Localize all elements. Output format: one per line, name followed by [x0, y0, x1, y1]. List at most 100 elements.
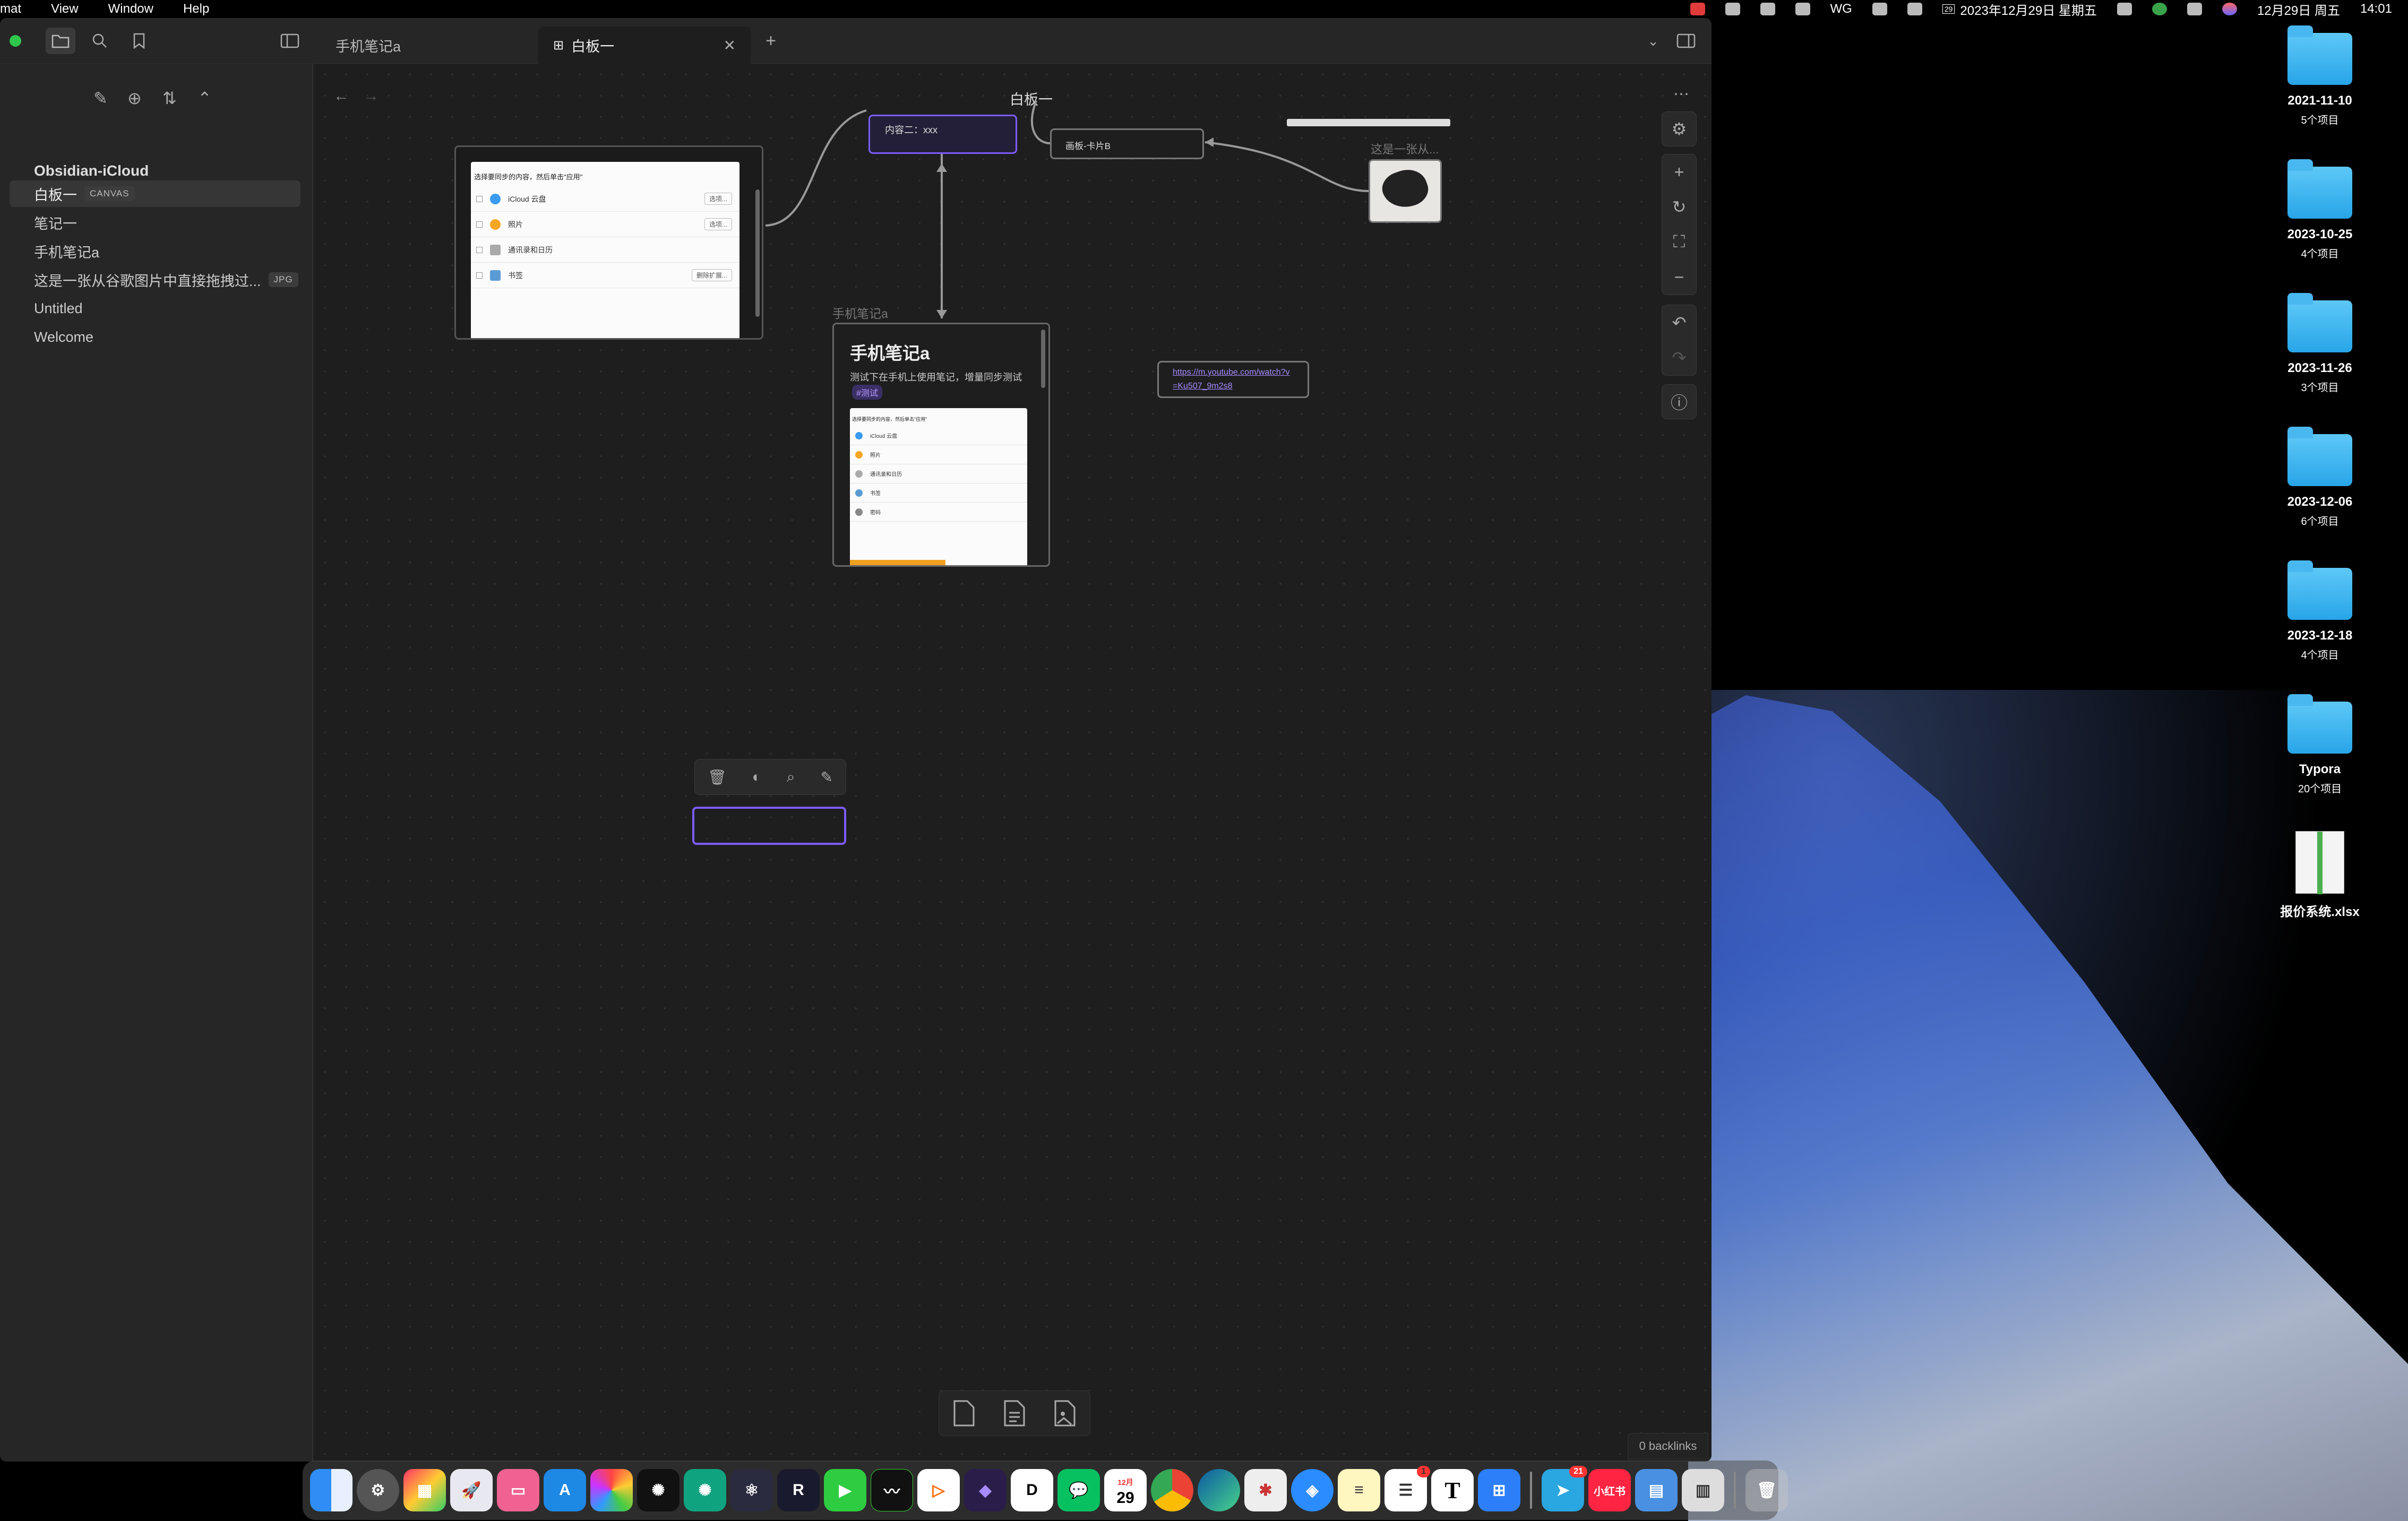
folder-icon[interactable] [46, 28, 75, 54]
trash-icon[interactable]: 🗑 [1745, 1469, 1788, 1511]
scrollbar[interactable] [1041, 330, 1045, 388]
new-tab-icon[interactable]: + [756, 28, 786, 54]
note-card[interactable]: 手机笔记a 测试下在手机上使用笔记，增量同步测试 #测试 选择要同步的内容，然后… [832, 323, 1050, 567]
atom-icon[interactable]: ⚛ [730, 1469, 773, 1511]
telegram-icon[interactable]: ➤ 21 [1542, 1466, 1587, 1511]
add-card-icon[interactable] [952, 1400, 976, 1427]
trash-icon[interactable]: 🗑 [708, 768, 727, 786]
obsidian-icon[interactable]: ◆ [964, 1469, 1007, 1511]
file-item-untitled[interactable]: Untitled [10, 295, 300, 322]
infuse-icon[interactable]: ▷ [917, 1469, 960, 1511]
canvas-node-top[interactable]: 内容二：xxx [868, 115, 1017, 154]
finder-icon[interactable] [310, 1469, 352, 1511]
file-item-welcome[interactable]: Welcome [10, 324, 300, 350]
xmind-icon[interactable]: ✱ [1244, 1469, 1287, 1511]
edit-icon[interactable]: ✎ [820, 768, 832, 786]
status-clock-icon[interactable] [1872, 3, 1887, 15]
redo-icon[interactable]: ↷ [1662, 340, 1696, 375]
edge-icon[interactable] [1198, 1469, 1240, 1511]
zoom-in-icon[interactable]: + [1662, 154, 1696, 189]
chatgpt-icon[interactable]: ✺ [637, 1469, 680, 1511]
desktop-folder[interactable]: 2023-10-25 4个项目 [2272, 159, 2368, 261]
link-node[interactable]: https://m.youtube.com/watch?v=Ku507_9m2s… [1157, 361, 1309, 398]
keynote-icon[interactable]: ▭ [497, 1469, 539, 1511]
documents-stack-icon[interactable]: ▥ [1682, 1469, 1724, 1511]
file-item-phone-note[interactable]: 手机笔记a [10, 238, 300, 264]
dict-icon[interactable]: D [1011, 1469, 1053, 1511]
palette-icon[interactable]: ◐ [752, 768, 761, 785]
menu-app[interactable]: mat [0, 2, 21, 16]
chevron-down-icon[interactable]: ⌄ [1638, 28, 1668, 54]
collapse-icon[interactable]: ⌃ [197, 88, 212, 108]
menu-help[interactable]: Help [183, 2, 209, 16]
launchpad-icon[interactable]: ▦ [403, 1469, 446, 1511]
r-app-icon[interactable]: R [777, 1469, 820, 1511]
chatgpt-alt-icon[interactable]: ✺ [684, 1469, 726, 1511]
rocket-icon[interactable]: 🚀 [450, 1469, 493, 1511]
zoom-to-selection-icon[interactable]: ⌕ [787, 768, 795, 786]
desktop-file-xlsx[interactable]: 报价系统.xlsx [2272, 831, 2368, 920]
desktop-folder[interactable]: 2023-12-06 6个项目 [2272, 427, 2368, 528]
canvas-node-b[interactable]: 画板-卡片B [1050, 128, 1204, 159]
reminders-icon[interactable]: ☰ 1 [1384, 1466, 1430, 1511]
close-tab-icon[interactable]: ✕ [724, 37, 736, 54]
scrollbar[interactable] [755, 189, 760, 317]
status-app-icon[interactable] [1690, 3, 1705, 15]
status-pen-icon[interactable] [1760, 3, 1775, 15]
safari-icon[interactable]: ◈ [1291, 1469, 1334, 1511]
embed-card[interactable]: 选择要同步的内容，然后单击"应用" iCloud 云盘 选项... 照片 选项...… [454, 145, 763, 340]
calendar-icon[interactable]: 12月 29 [1104, 1469, 1147, 1511]
undo-icon[interactable]: ↶ [1662, 305, 1696, 340]
file-item-note-one[interactable]: 笔记一 [10, 209, 300, 236]
menu-view[interactable]: View [51, 2, 79, 16]
backlinks-status[interactable]: 0 backlinks [1628, 1433, 1708, 1459]
window-close-dot[interactable] [10, 35, 21, 47]
file-item-canvas[interactable]: 白板一 CANVAS [10, 180, 300, 207]
wechat-icon[interactable]: 💬 [1057, 1469, 1100, 1511]
new-empty-card[interactable] [692, 807, 846, 845]
notes-icon[interactable]: ≡ [1338, 1469, 1380, 1511]
typora-icon[interactable]: T [1431, 1469, 1474, 1511]
add-media-icon[interactable] [1053, 1400, 1077, 1427]
status-siri-icon[interactable] [2222, 3, 2237, 15]
activity-monitor-icon[interactable]: 〰 [871, 1469, 913, 1511]
file-item-image[interactable]: 这是一张从谷歌图片中直接拖拽过... JPG [10, 266, 300, 293]
status-calendar[interactable]: 29 2023年12月29日 星期五 [1942, 0, 2097, 19]
tab-canvas[interactable]: ⊞ 白板一 ✕ [538, 27, 751, 64]
new-note-icon[interactable]: ✎ [93, 88, 108, 108]
image-node[interactable] [1369, 159, 1442, 223]
photos-icon[interactable] [590, 1469, 633, 1511]
help-icon[interactable]: ⓘ [1662, 385, 1696, 419]
menu-window[interactable]: Window [108, 2, 153, 16]
chrome-icon[interactable] [1151, 1469, 1193, 1511]
desktop-folder[interactable]: 2021-11-10 5个项目 [2272, 25, 2368, 127]
toggle-sidebar-icon[interactable] [275, 28, 305, 54]
tab-phone-note[interactable]: 手机笔记a [321, 27, 533, 64]
canvas-area[interactable]: ← → 白板一 ⋯ 选择要同步的内容，然后单击"应用" iCloud 云盘 选项.… [314, 64, 1712, 1462]
folder-stack-icon[interactable]: ▤ [1635, 1469, 1678, 1511]
sort-icon[interactable]: ⇅ [162, 88, 177, 108]
status-wg[interactable]: WG [1830, 2, 1852, 16]
status-control-center-icon[interactable] [2187, 3, 2202, 15]
app-store-icon[interactable]: A [544, 1469, 586, 1511]
facetime-icon[interactable]: ▶ [824, 1469, 866, 1511]
gear-icon[interactable]: ⚙ [1662, 112, 1696, 146]
status-n-icon[interactable] [2152, 3, 2167, 15]
status-vpn-icon[interactable] [2117, 3, 2132, 15]
zoom-out-icon[interactable]: − [1662, 260, 1696, 295]
new-folder-icon[interactable]: ⊕ [127, 88, 142, 108]
note-tag[interactable]: #测试 [852, 385, 882, 400]
status-display-icon[interactable] [1907, 3, 1922, 15]
link-url[interactable]: https://m.youtube.com/watch?v=Ku507_9m2s… [1173, 368, 1290, 391]
vault-name[interactable]: Obsidian-iCloud [34, 162, 149, 179]
fit-view-icon[interactable]: ⛶ [1662, 224, 1696, 260]
xiaohongshu-icon[interactable]: 小红书 [1588, 1469, 1631, 1511]
search-icon[interactable] [85, 28, 115, 54]
status-note-icon[interactable] [1725, 3, 1740, 15]
status-butterfly-icon[interactable] [1795, 3, 1810, 15]
right-sidebar-toggle-icon[interactable] [1671, 28, 1701, 54]
reset-zoom-icon[interactable]: ↻ [1662, 189, 1696, 224]
windows-app-icon[interactable]: ⊞ [1478, 1469, 1520, 1511]
bookmark-icon[interactable] [124, 28, 154, 54]
add-note-icon[interactable] [1003, 1400, 1026, 1427]
